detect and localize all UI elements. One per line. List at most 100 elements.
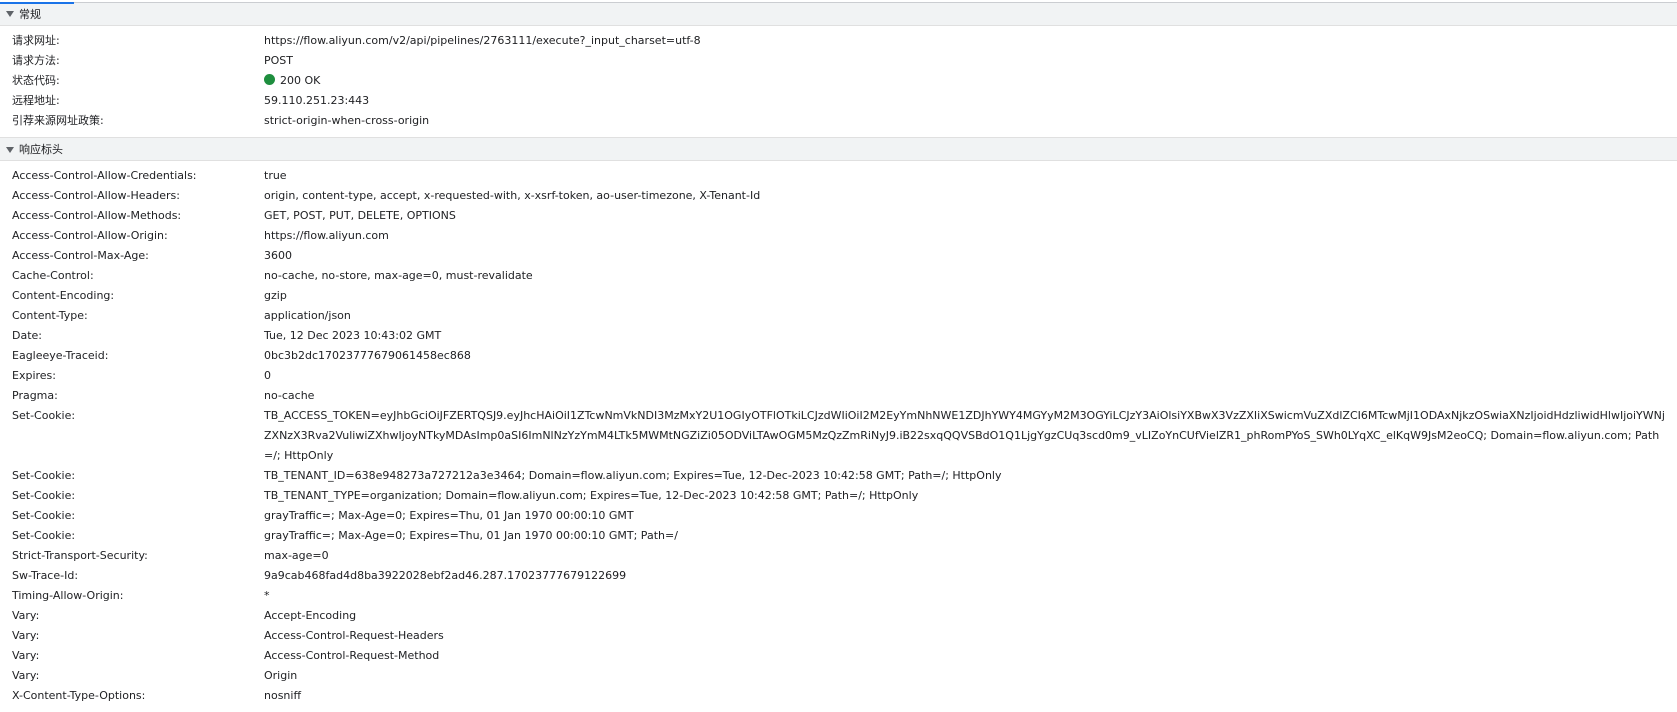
header-value[interactable]: nosniff [264, 686, 1677, 706]
header-row: Vary: Accept-Encoding [0, 606, 1677, 626]
header-value[interactable]: no-cache, no-store, max-age=0, must-reva… [264, 266, 1677, 286]
header-key: Set-Cookie: [12, 509, 76, 522]
header-key: Cache-Control: [12, 269, 94, 282]
header-value[interactable]: no-cache [264, 386, 1677, 406]
row-key: 状态代码: [12, 74, 60, 87]
header-value[interactable]: max-age=0 [264, 546, 1677, 566]
header-value[interactable]: Access-Control-Request-Method [264, 646, 1677, 666]
row-value[interactable]: POST [264, 51, 1677, 71]
header-row: Content-Encoding: gzip [0, 286, 1677, 306]
header-value[interactable]: GET, POST, PUT, DELETE, OPTIONS [264, 206, 1677, 226]
header-key: Set-Cookie: [12, 469, 76, 482]
general-section-header[interactable]: 常规 [0, 2, 1677, 26]
response-headers-section-title: 响应标头 [19, 143, 63, 156]
header-value[interactable]: Origin [264, 666, 1677, 686]
header-value[interactable]: 3600 [264, 246, 1677, 266]
header-key: Access-Control-Allow-Headers: [12, 189, 180, 202]
header-row: Cache-Control: no-cache, no-store, max-ag… [0, 266, 1677, 286]
header-value[interactable]: Accept-Encoding [264, 606, 1677, 626]
general-section-title: 常规 [19, 7, 41, 21]
header-value[interactable]: grayTraffic=; Max-Age=0; Expires=Thu, 01… [264, 526, 1677, 546]
header-row: Pragma: no-cache [0, 386, 1677, 406]
header-row: Set-Cookie: TB_TENANT_TYPE=organization; … [0, 486, 1677, 506]
header-row: Strict-Transport-Security: max-age=0 [0, 546, 1677, 566]
header-key: Vary: [12, 669, 40, 682]
general-row-remote-address: 远程地址: 59.110.251.23:443 [0, 91, 1677, 111]
response-headers-rows: Access-Control-Allow-Credentials: true Ac… [0, 161, 1677, 712]
header-row: Eagleeye-Traceid: 0bc3b2dc170237776790614… [0, 346, 1677, 366]
row-value[interactable]: https://flow.aliyun.com/v2/api/pipelines… [264, 31, 1677, 51]
header-value[interactable]: 9a9cab468fad4d8ba3922028ebf2ad46.287.170… [264, 566, 1677, 586]
header-key: Expires: [12, 369, 56, 382]
row-key: 引荐来源网址政策: [12, 114, 104, 127]
header-value[interactable]: * [264, 586, 1677, 606]
header-key: Set-Cookie: [12, 409, 76, 422]
header-value[interactable]: TB_TENANT_ID=638e948273a727212a3e3464; D… [264, 466, 1677, 486]
header-key: Access-Control-Allow-Origin: [12, 229, 168, 242]
header-value[interactable]: origin, content-type, accept, x-requeste… [264, 186, 1677, 206]
row-key: 请求网址: [12, 34, 60, 47]
header-key: Vary: [12, 609, 40, 622]
header-value[interactable]: gzip [264, 286, 1677, 306]
general-section: 常规 请求网址: https://flow.aliyun.com/v2/api/… [0, 2, 1677, 137]
header-value[interactable]: Tue, 12 Dec 2023 10:43:02 GMT [264, 326, 1677, 346]
header-row: Access-Control-Allow-Methods: GET, POST, … [0, 206, 1677, 226]
header-key: Sw-Trace-Id: [12, 569, 79, 582]
header-row: Expires: 0 [0, 366, 1677, 386]
triangle-down-icon [6, 146, 14, 153]
header-row: Set-Cookie: TB_TENANT_ID=638e948273a72721… [0, 466, 1677, 486]
status-text: 200 OK [280, 74, 321, 87]
header-row: Set-Cookie: grayTraffic=; Max-Age=0; Expi… [0, 526, 1677, 546]
header-value[interactable]: grayTraffic=; Max-Age=0; Expires=Thu, 01… [264, 506, 1677, 526]
header-key: Strict-Transport-Security: [12, 549, 148, 562]
header-row: Set-Cookie: TB_ACCESS_TOKEN=eyJhbGciOiJFZ… [0, 406, 1677, 466]
header-key: Vary: [12, 629, 40, 642]
header-key: Access-Control-Allow-Credentials: [12, 169, 197, 182]
header-value[interactable]: https://flow.aliyun.com [264, 226, 1677, 246]
header-key: Access-Control-Max-Age: [12, 249, 149, 262]
row-value[interactable]: strict-origin-when-cross-origin [264, 111, 1677, 131]
header-value[interactable]: application/json [264, 306, 1677, 326]
active-tab-indicator [0, 2, 74, 4]
header-key: Content-Type: [12, 309, 88, 322]
header-row: Date: Tue, 12 Dec 2023 10:43:02 GMT [0, 326, 1677, 346]
row-value-status[interactable]: 200 OK [264, 71, 1677, 91]
header-row: Access-Control-Allow-Headers: origin, con… [0, 186, 1677, 206]
general-row-status-code: 状态代码: 200 OK [0, 71, 1677, 91]
header-key: Pragma: [12, 389, 58, 402]
row-key: 远程地址: [12, 94, 60, 107]
header-row: Vary: Access-Control-Request-Method [0, 646, 1677, 666]
header-row: Vary: Access-Control-Request-Headers [0, 626, 1677, 646]
header-value[interactable]: Access-Control-Request-Headers [264, 626, 1677, 646]
header-row: Vary: Origin [0, 666, 1677, 686]
header-value[interactable]: 0bc3b2dc17023777679061458ec868 [264, 346, 1677, 366]
header-key: Set-Cookie: [12, 489, 76, 502]
header-value[interactable]: true [264, 166, 1677, 186]
header-row: Access-Control-Allow-Origin: https://flow… [0, 226, 1677, 246]
status-dot-icon [264, 74, 275, 85]
header-row: Access-Control-Max-Age: 3600 [0, 246, 1677, 266]
row-value[interactable]: 59.110.251.23:443 [264, 91, 1677, 111]
header-value[interactable]: TB_ACCESS_TOKEN=eyJhbGciOiJFZERTQSJ9.eyJ… [264, 406, 1677, 466]
response-headers-section-header[interactable]: 响应标头 [0, 137, 1677, 161]
triangle-down-icon [6, 11, 14, 17]
panel-top-border [0, 2, 1677, 3]
header-row: Sw-Trace-Id: 9a9cab468fad4d8ba3922028ebf2… [0, 566, 1677, 586]
header-key: X-Content-Type-Options: [12, 689, 146, 702]
header-key: Content-Encoding: [12, 289, 115, 302]
general-row-request-method: 请求方法: POST [0, 51, 1677, 71]
header-value[interactable]: TB_TENANT_TYPE=organization; Domain=flow… [264, 486, 1677, 506]
header-key: Eagleeye-Traceid: [12, 349, 109, 362]
header-row: Access-Control-Allow-Credentials: true [0, 166, 1677, 186]
header-row: Set-Cookie: grayTraffic=; Max-Age=0; Expi… [0, 506, 1677, 526]
header-key: Date: [12, 329, 42, 342]
header-key: Timing-Allow-Origin: [12, 589, 124, 602]
response-headers-section: 响应标头 Access-Control-Allow-Credentials: tr… [0, 137, 1677, 712]
header-row: Content-Type: application/json [0, 306, 1677, 326]
header-row: X-Content-Type-Options: nosniff [0, 686, 1677, 706]
header-value[interactable]: 0 [264, 366, 1677, 386]
general-row-request-url: 请求网址: https://flow.aliyun.com/v2/api/pip… [0, 31, 1677, 51]
header-key: Access-Control-Allow-Methods: [12, 209, 182, 222]
general-row-referrer-policy: 引荐来源网址政策: strict-origin-when-cross-origi… [0, 111, 1677, 131]
header-row: Timing-Allow-Origin: * [0, 586, 1677, 606]
